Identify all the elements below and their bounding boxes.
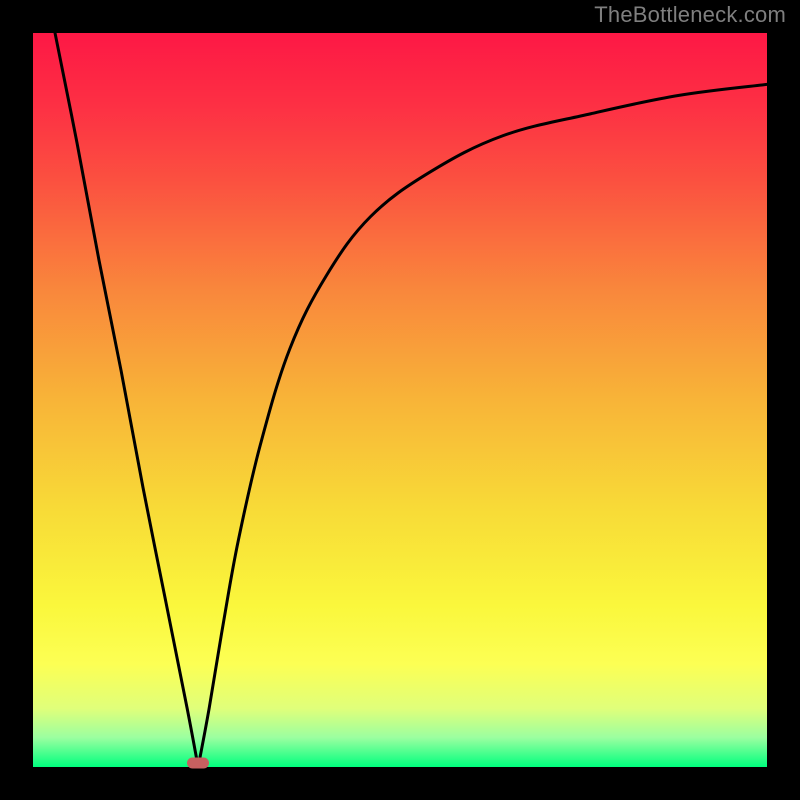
chart-frame: TheBottleneck.com	[0, 0, 800, 800]
gradient-background	[33, 33, 767, 767]
attribution-text: TheBottleneck.com	[594, 2, 786, 28]
plot-area	[33, 33, 767, 767]
seed-marker	[187, 758, 209, 769]
plot-svg	[33, 33, 767, 767]
